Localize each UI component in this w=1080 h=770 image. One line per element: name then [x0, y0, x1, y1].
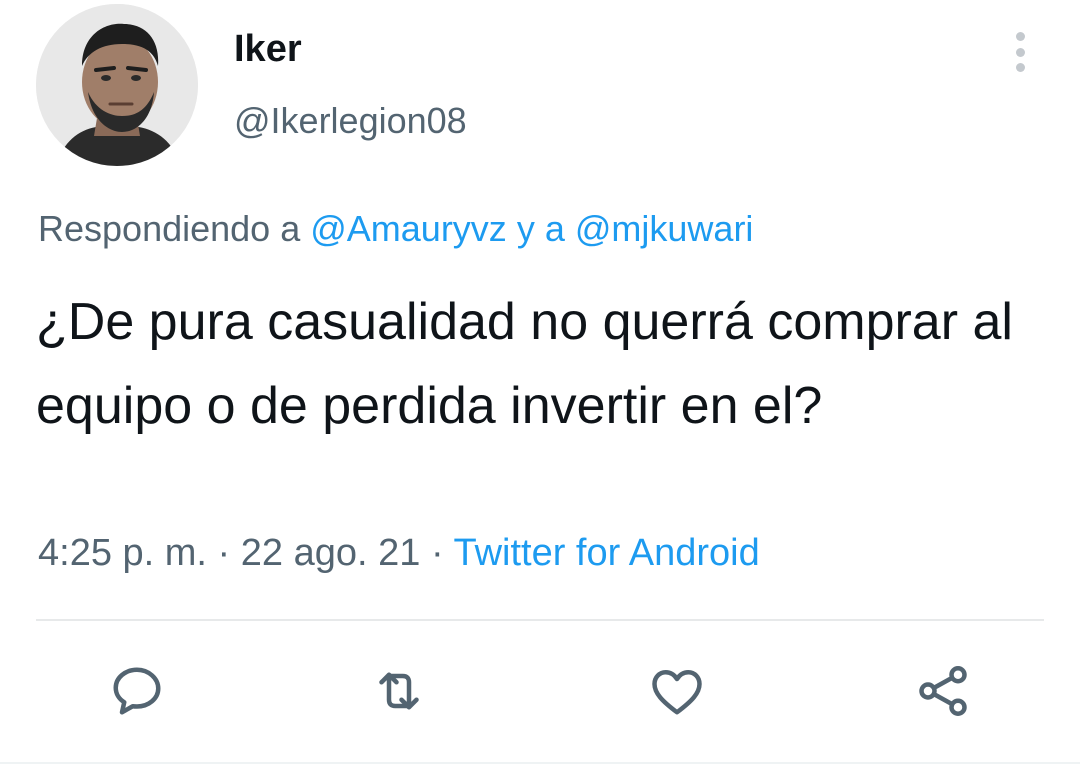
mention-link-amauryvz[interactable]: @Amauryvz	[310, 208, 507, 249]
share-button[interactable]	[900, 648, 986, 734]
tweet-date[interactable]: 22 ago. 21	[241, 532, 421, 574]
mention-link-mjkuwari[interactable]: @mjkuwari	[575, 208, 754, 249]
meta-separator: ·	[217, 532, 231, 574]
more-vertical-icon[interactable]	[1004, 30, 1036, 74]
reply-button[interactable]	[94, 648, 180, 734]
meta-separator: ·	[430, 532, 444, 574]
retweet-icon	[379, 672, 419, 710]
replying-to-line: Respondiendo a @Amauryvz y a @mjkuwari	[38, 208, 753, 250]
tweet-time[interactable]: 4:25 p. m.	[38, 532, 207, 574]
more-dot	[1015, 63, 1025, 72]
heart-icon	[652, 670, 702, 715]
replying-to-connector[interactable]: y a	[517, 208, 565, 249]
tweet-text: ¿De pura casualidad no querrá comprar al…	[36, 293, 1013, 435]
divider	[36, 619, 1044, 621]
tweet-source-link[interactable]: Twitter for Android	[453, 532, 759, 574]
user-handle[interactable]: @Ikerlegion08	[234, 100, 467, 142]
avatar[interactable]	[36, 4, 198, 166]
tweet-metadata: 4:25 p. m. · 22 ago. 21 · Twitter for An…	[38, 532, 760, 575]
bottom-divider	[0, 762, 1080, 764]
retweet-button[interactable]	[356, 648, 442, 734]
action-bar	[0, 648, 1080, 738]
avatar-photo	[36, 4, 198, 166]
more-dot	[1015, 32, 1025, 41]
reply-bubble-icon	[113, 667, 161, 715]
share-icon	[919, 666, 967, 716]
replying-to-prefix: Respondiendo a	[38, 208, 301, 249]
display-name[interactable]: Iker	[234, 28, 302, 71]
like-button[interactable]	[634, 648, 720, 734]
more-dot	[1015, 47, 1025, 57]
